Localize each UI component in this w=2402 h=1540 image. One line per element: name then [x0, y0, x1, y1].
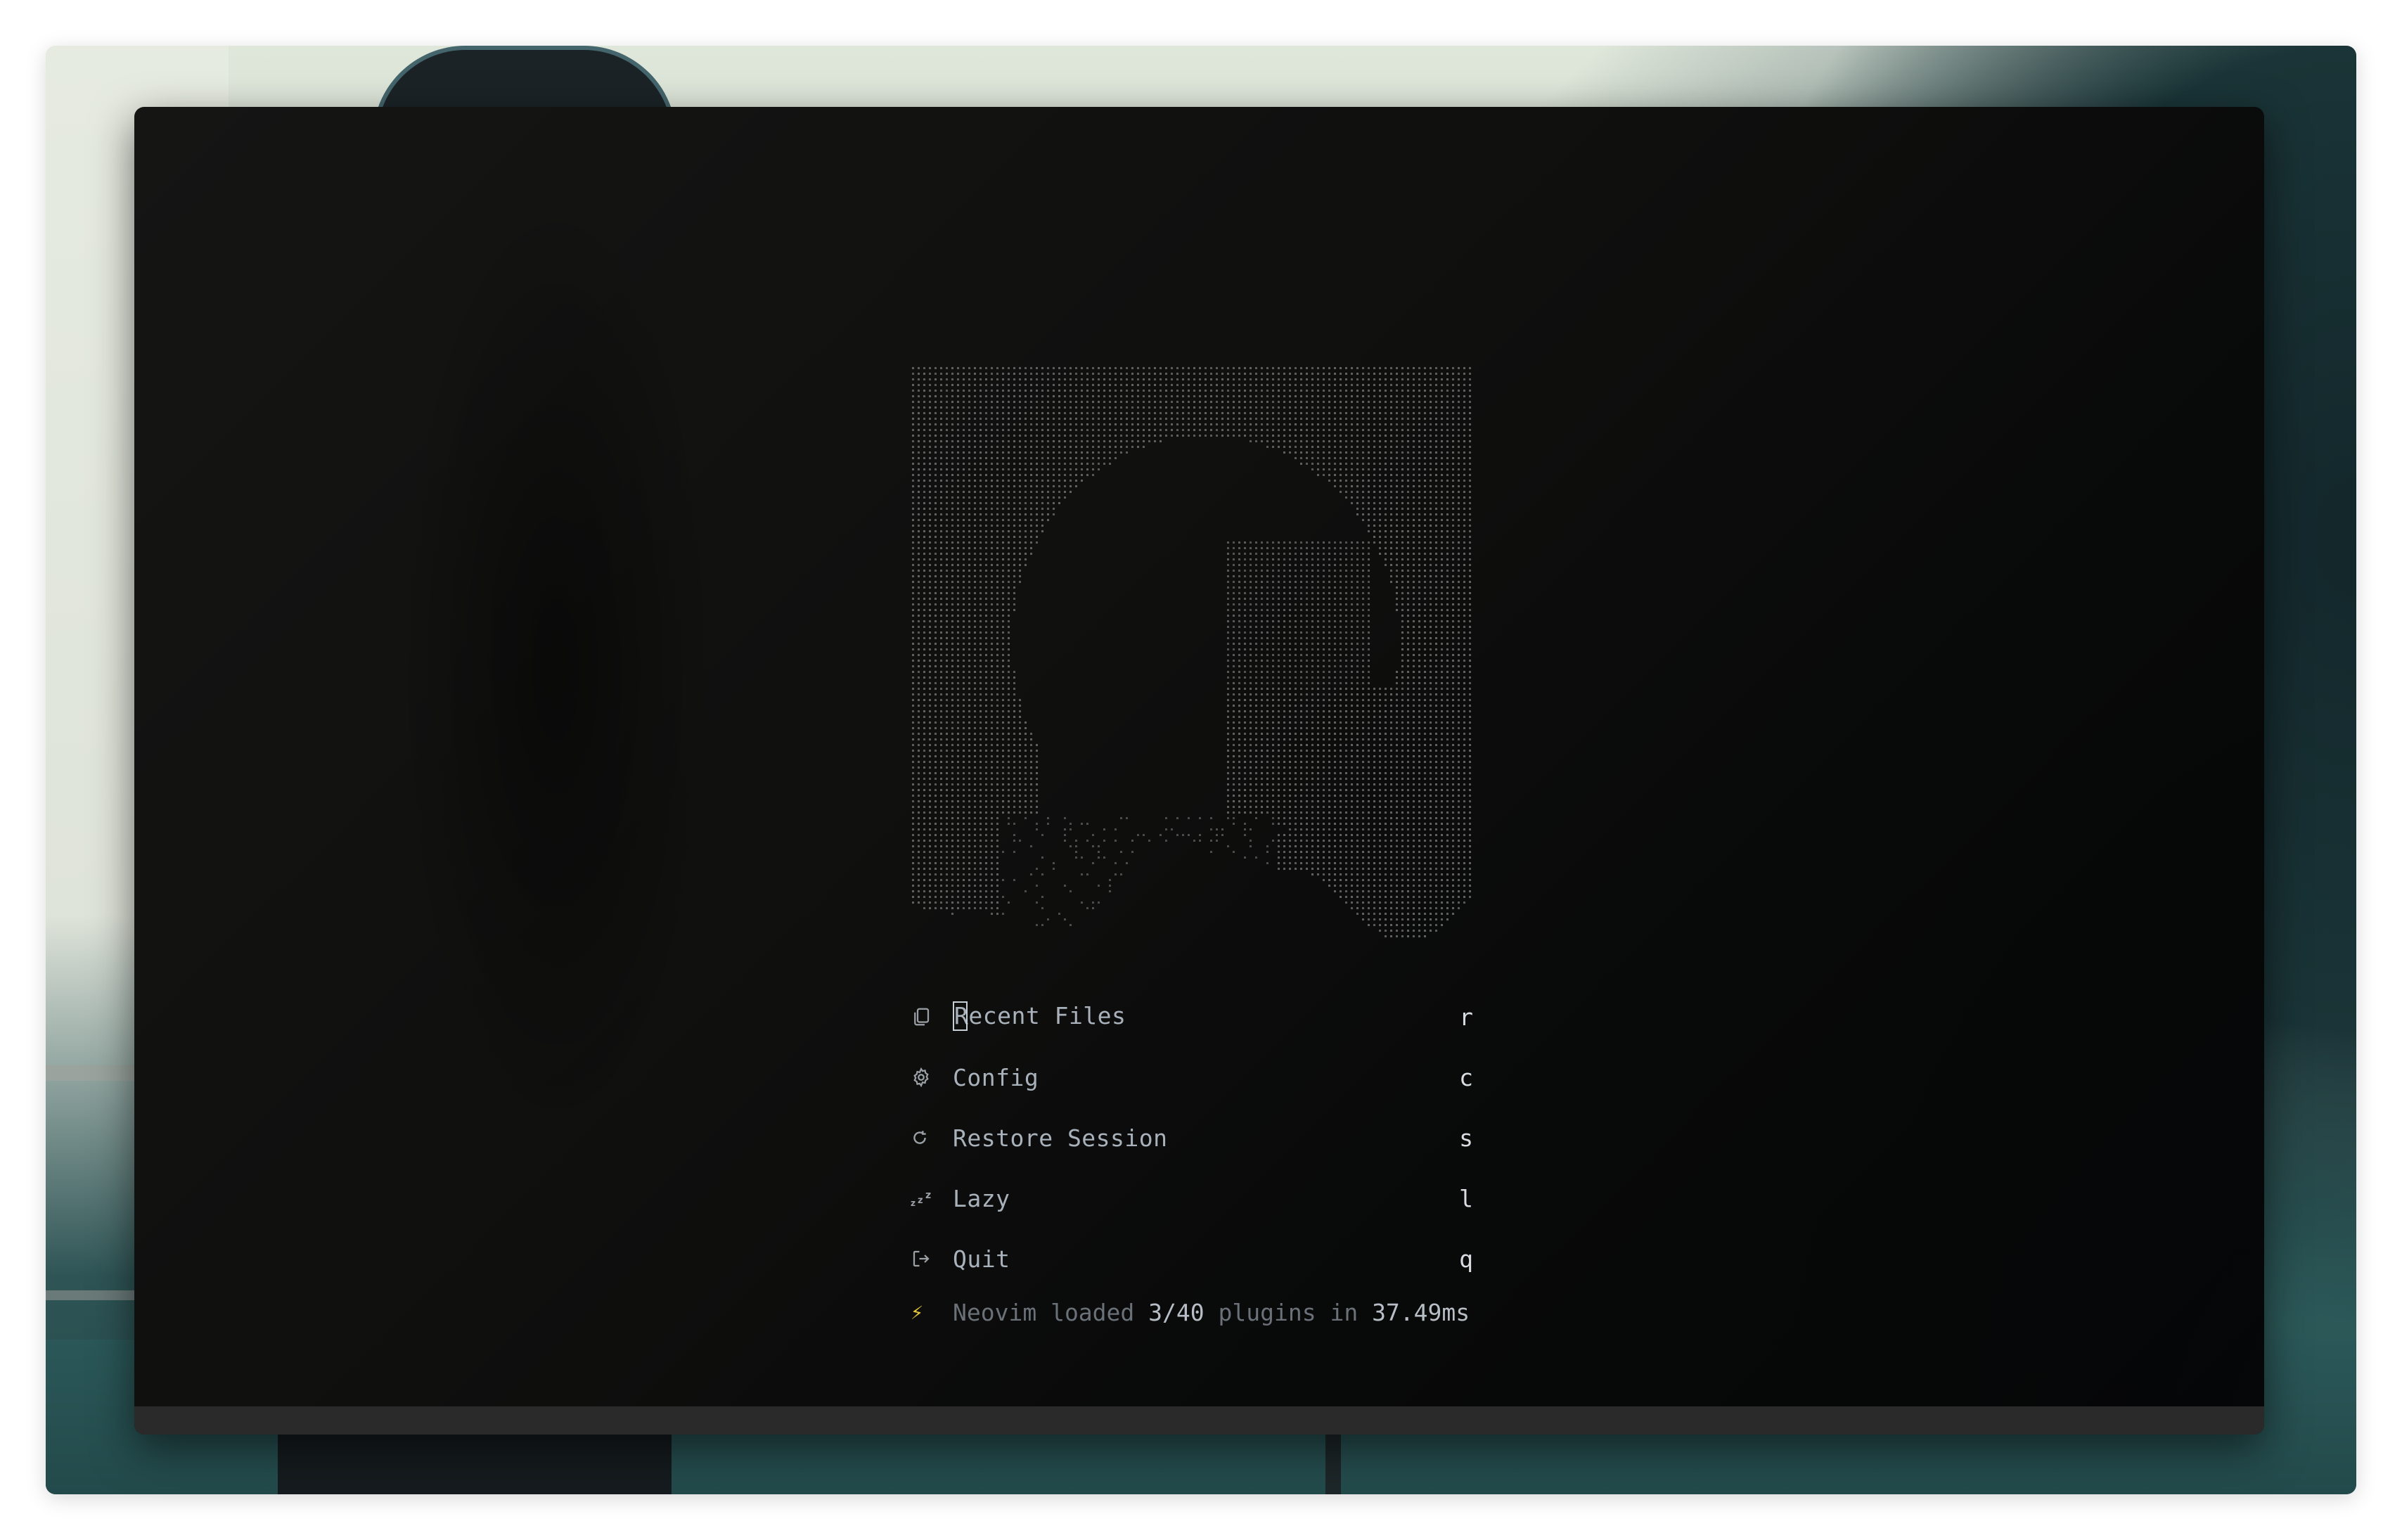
menu-item-key: c	[1459, 1063, 1473, 1091]
menu-item-key: s	[1459, 1124, 1473, 1152]
menu-item-label: Lazy	[953, 1184, 1010, 1212]
startup-middle: plugins in	[1204, 1298, 1373, 1326]
menu-item-label: Quit	[953, 1245, 1010, 1273]
terminal-window[interactable]: Recent Files r Config c Restore Session …	[134, 107, 2264, 1435]
menu-item-key: q	[1459, 1245, 1473, 1273]
ascii-art-header	[912, 367, 1471, 937]
menu-item-key: l	[1459, 1184, 1473, 1212]
menu-item-key: r	[1459, 1003, 1473, 1031]
menu-item-config[interactable]: Config c	[911, 1056, 1473, 1098]
lightning-icon: ⚡	[911, 1300, 924, 1325]
menu-item-lazy[interactable]: z z z Lazy l	[911, 1177, 1473, 1219]
startup-stats: ⚡ Neovim loaded 3/40 plugins in 37.49ms	[911, 1291, 1487, 1333]
sleep-icon: z z z	[911, 1177, 953, 1219]
startup-time: 37.49ms	[1372, 1298, 1470, 1326]
gear-icon	[911, 1056, 953, 1098]
menu-item-restore-session[interactable]: Restore Session s	[911, 1117, 1473, 1159]
exit-icon	[911, 1238, 953, 1280]
menu-item-label: Config	[953, 1063, 1039, 1091]
plugins-loaded-count: 3/40	[1148, 1298, 1205, 1326]
files-icon	[911, 996, 953, 1038]
menu-item-label: Recent Files	[954, 1001, 1126, 1029]
statusline	[134, 1406, 2264, 1435]
restore-icon	[911, 1117, 953, 1159]
startup-prefix: Neovim loaded	[953, 1298, 1149, 1326]
screen: Recent Files r Config c Restore Session …	[0, 0, 2402, 1540]
text-cursor	[953, 1001, 968, 1032]
menu-item-quit[interactable]: Quit q	[911, 1238, 1473, 1280]
menu-item-recent-files[interactable]: Recent Files r	[911, 996, 1473, 1038]
menu-item-label: Restore Session	[953, 1124, 1168, 1152]
